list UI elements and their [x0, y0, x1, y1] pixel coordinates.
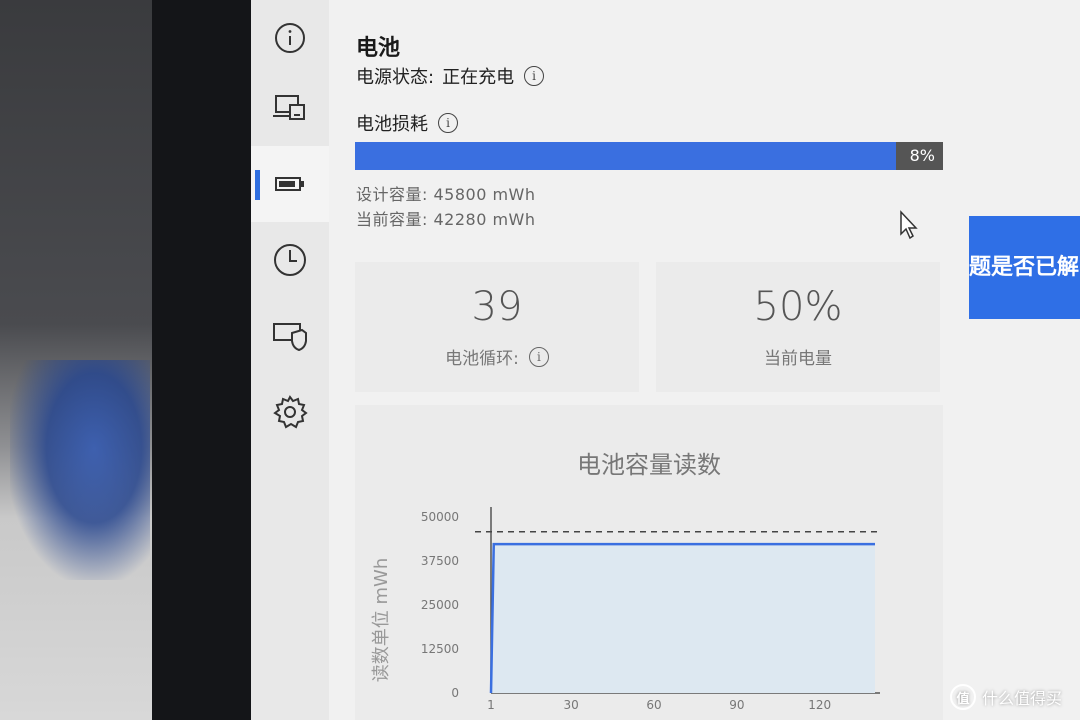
nav-history[interactable] [251, 222, 329, 298]
capacity-area [491, 544, 875, 693]
nav-info[interactable] [251, 0, 329, 76]
info-icon[interactable]: i [528, 346, 549, 367]
y-tick-label: 25000 [421, 598, 459, 612]
battery-icon [275, 177, 304, 191]
gear-icon [273, 395, 308, 429]
cycles-label-row: 电池循环: i [355, 344, 639, 369]
design-capacity: 设计容量: 45800 mWh [356, 185, 536, 204]
cycles-label: 电池循环: [445, 349, 519, 369]
x-tick-label: 60 [646, 698, 661, 712]
info-icon [275, 23, 305, 53]
x-tick-label: 120 [808, 698, 831, 712]
charge-value: 50% [753, 284, 843, 330]
nav-security[interactable] [251, 298, 329, 374]
capacity-chart-card: 电池容量读数 读数单位 mWh 50000 37500 25000 12500 0 1 30… [355, 405, 943, 720]
current-capacity: 当前容量: 42280 mWh [356, 210, 536, 229]
nav-settings[interactable] [251, 374, 329, 450]
watermark-logo-icon: 值 [950, 684, 976, 710]
watermark-text: 什么值得买 [982, 689, 1063, 708]
y-tick-label: 12500 [421, 642, 459, 656]
clock-icon [274, 244, 306, 276]
nav-battery[interactable] [251, 146, 329, 222]
photo-background [0, 0, 160, 720]
background-object [10, 360, 150, 580]
help-banner[interactable]: 题是否已解 [969, 216, 1080, 319]
wear-label: 电池损耗 [356, 114, 428, 135]
y-tick-label: 37500 [421, 554, 459, 568]
capacity-chart: 读数单位 mWh 50000 37500 25000 12500 0 1 30 60 90 120 [371, 507, 880, 712]
mouse-cursor-icon [900, 210, 918, 240]
watermark: 值 什么值得买 [950, 684, 1062, 710]
wear-percent: 8% [909, 146, 935, 165]
power-state-label: 电源状态: [356, 67, 435, 88]
info-icon[interactable]: i [524, 66, 545, 86]
shield-device-icon [273, 323, 307, 352]
monitor-bezel [152, 0, 252, 720]
power-state-value: 正在充电 [442, 67, 515, 88]
x-tick-label: 90 [729, 698, 744, 712]
nav-devices[interactable] [251, 70, 329, 146]
devices-icon [273, 95, 305, 120]
battery-panel: 电池 电源状态: 正在充电 i 电池损耗 i 8% 设计容量: 45800 mW… [329, 0, 1080, 720]
charge-label-row: 当前电量 [656, 344, 940, 369]
charge-card: 50% 当前电量 [656, 262, 940, 392]
wear-progress-fill [355, 142, 896, 170]
wear-row: 电池损耗 i [356, 110, 458, 136]
info-icon[interactable]: i [438, 113, 458, 133]
x-tick-label: 30 [563, 698, 578, 712]
wear-progress-bar: 8% [355, 142, 943, 170]
y-tick-label: 50000 [421, 510, 459, 524]
cycles-value: 39 [471, 284, 523, 330]
power-state-row: 电源状态: 正在充电 i [356, 63, 545, 89]
y-tick-label: 0 [451, 686, 459, 700]
y-axis-label: 读数单位 mWh [371, 558, 392, 682]
x-tick-label: 1 [487, 698, 495, 712]
sidebar [251, 0, 329, 720]
page-title: 电池 [356, 36, 401, 61]
charge-label: 当前电量 [764, 349, 832, 369]
cycles-card: 39 电池循环: i [355, 262, 639, 392]
app-window: 电池 电源状态: 正在充电 i 电池损耗 i 8% 设计容量: 45800 mW… [251, 0, 1080, 720]
